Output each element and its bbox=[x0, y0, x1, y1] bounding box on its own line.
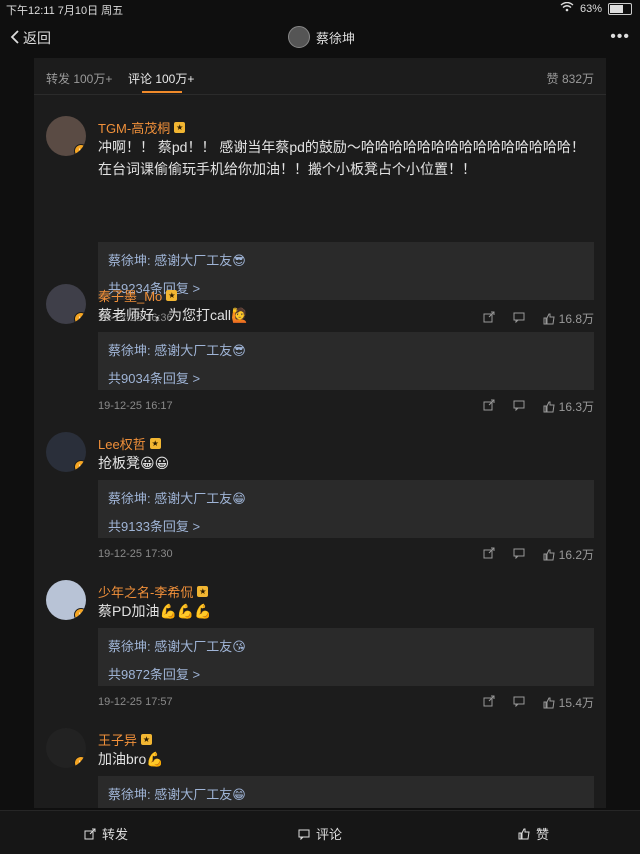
reply-preview: 蔡徐坤: 感谢大厂工友😎 bbox=[108, 253, 246, 268]
chevron-left-icon bbox=[10, 29, 19, 47]
like-button[interactable]: 16.2万 bbox=[543, 546, 594, 563]
reply-preview: 蔡徐坤: 感谢大厂工友😘 bbox=[108, 639, 246, 654]
comment-text: 抢板凳😀😀 bbox=[98, 455, 170, 471]
like-count: 16.2万 bbox=[558, 548, 594, 562]
author-name: 少年之名-李希侃 bbox=[98, 585, 194, 600]
avatar[interactable]: v bbox=[46, 116, 86, 156]
back-button[interactable]: 返回 bbox=[10, 28, 51, 48]
reply-count-link[interactable]: 共9133条回复 > bbox=[108, 516, 200, 535]
repost-icon bbox=[84, 828, 96, 839]
title-avatar bbox=[288, 26, 310, 48]
share-icon[interactable] bbox=[483, 547, 495, 562]
like-count: 15.4万 bbox=[558, 696, 594, 710]
more-icon[interactable]: ••• bbox=[610, 28, 630, 46]
status-time: 下午12:11 7月10日 周五 bbox=[6, 5, 124, 17]
vip-badge-icon: ★ bbox=[141, 734, 153, 745]
comment-author[interactable]: 少年之名-李希侃 ★ bbox=[98, 582, 209, 601]
reply-count-link[interactable]: 共9034条回复 > bbox=[108, 368, 200, 387]
comment-author[interactable]: 秦子墨_Mo ★ bbox=[98, 286, 178, 305]
vip-badge-icon: ★ bbox=[166, 290, 178, 301]
verified-icon: v bbox=[74, 756, 86, 768]
thumbs-up-icon bbox=[518, 828, 530, 839]
comment-item: v TGM-高茂桐 ★ 冲啊！！ 蔡pd！！ 感谢当年蔡pd的鼓励～哈哈哈哈哈哈哈… bbox=[34, 116, 606, 326]
author-name: Lee权哲 bbox=[98, 437, 146, 452]
top-nav: 返回 蔡徐坤 ••• bbox=[0, 18, 640, 58]
comment-time: 19-12-25 16:17 bbox=[98, 400, 173, 412]
avatar[interactable]: v bbox=[46, 284, 86, 324]
avatar[interactable]: v bbox=[46, 728, 86, 768]
battery-icon bbox=[608, 2, 632, 15]
comment-text: 加油bro💪 bbox=[98, 751, 164, 767]
reply-box[interactable]: 蔡徐坤: 感谢大厂工友😁 bbox=[98, 776, 594, 808]
comment-icon[interactable] bbox=[513, 547, 525, 562]
author-name: 秦子墨_Mo bbox=[98, 289, 163, 304]
vip-badge-icon: ★ bbox=[149, 438, 161, 449]
comment-author[interactable]: Lee权哲 ★ bbox=[98, 434, 161, 453]
like-button[interactable]: 赞 bbox=[518, 824, 549, 843]
active-tab-indicator bbox=[142, 91, 182, 93]
tab-comment[interactable]: 评论 100万+ bbox=[128, 70, 194, 87]
wifi-icon bbox=[560, 1, 574, 15]
comment-actions: 16.2万 bbox=[483, 546, 594, 563]
comment-time: 19-12-25 17:30 bbox=[98, 548, 173, 560]
page-title: 蔡徐坤 bbox=[288, 26, 355, 48]
comment-actions: 15.4万 bbox=[483, 694, 594, 711]
reply-preview: 蔡徐坤: 感谢大厂工友😎 bbox=[108, 343, 246, 358]
battery-percent: 63% bbox=[579, 2, 602, 15]
reply-preview: 蔡徐坤: 感谢大厂工友😁 bbox=[108, 491, 246, 506]
comment-icon[interactable] bbox=[513, 695, 525, 710]
share-icon[interactable] bbox=[483, 399, 495, 414]
reply-count-link[interactable]: 共9872条回复 > bbox=[108, 664, 200, 683]
status-bar: 下午12:11 7月10日 周五 63% bbox=[0, 0, 640, 18]
avatar[interactable]: v bbox=[46, 580, 86, 620]
like-count: 16.3万 bbox=[558, 400, 594, 414]
thumbs-up-icon bbox=[543, 549, 555, 560]
verified-icon: v bbox=[74, 608, 86, 620]
reply-box[interactable]: 蔡徐坤: 感谢大厂工友😎 共9034条回复 > bbox=[98, 332, 594, 390]
tab-likes[interactable]: 赞 832万 bbox=[547, 70, 594, 87]
comment-text: 冲啊！！ 蔡pd！！ 感谢当年蔡pd的鼓励～哈哈哈哈哈哈哈哈哈哈哈哈哈哈哈！在台… bbox=[98, 139, 585, 177]
thumbs-up-icon bbox=[543, 401, 555, 412]
reply-box[interactable]: 蔡徐坤: 感谢大厂工友😘 共9872条回复 > bbox=[98, 628, 594, 686]
comment-icon bbox=[298, 829, 310, 840]
comment-panel: 转发 100万+ 评论 100万+ 赞 832万 v TGM-高茂桐 ★ 冲啊！！… bbox=[34, 58, 606, 808]
like-label: 赞 bbox=[536, 827, 550, 842]
verified-icon: v bbox=[74, 312, 86, 324]
comment-actions: 16.3万 bbox=[483, 398, 594, 415]
repost-button[interactable]: 转发 bbox=[84, 824, 128, 843]
reply-preview: 蔡徐坤: 感谢大厂工友😁 bbox=[108, 787, 246, 802]
like-button[interactable]: 16.3万 bbox=[543, 398, 594, 415]
comment-icon[interactable] bbox=[513, 399, 525, 414]
author-name: TGM-高茂桐 bbox=[98, 121, 171, 136]
status-right: 63% bbox=[560, 1, 632, 15]
author-name: 王子异 bbox=[98, 733, 138, 748]
comment-label: 评论 bbox=[316, 827, 343, 842]
reply-box[interactable]: 蔡徐坤: 感谢大厂工友😁 共9133条回复 > bbox=[98, 480, 594, 538]
vip-badge-icon: ★ bbox=[174, 122, 186, 133]
like-button[interactable]: 15.4万 bbox=[543, 694, 594, 711]
title-text: 蔡徐坤 bbox=[316, 30, 356, 46]
comment-text: 蔡老师好，为您打call🙋 bbox=[98, 307, 249, 323]
avatar[interactable]: v bbox=[46, 432, 86, 472]
comment-button[interactable]: 评论 bbox=[298, 824, 342, 843]
bottom-action-bar: 转发 评论 赞 bbox=[0, 810, 640, 854]
tab-bar: 转发 100万+ 评论 100万+ 赞 832万 bbox=[34, 58, 606, 95]
comment-author[interactable]: TGM-高茂桐 ★ bbox=[98, 118, 186, 137]
comment-text: 蔡PD加油💪💪💪 bbox=[98, 603, 212, 619]
comment-author[interactable]: 王子异 ★ bbox=[98, 730, 153, 749]
vip-badge-icon: ★ bbox=[197, 586, 209, 597]
verified-icon: v bbox=[74, 144, 86, 156]
tab-repost[interactable]: 转发 100万+ bbox=[46, 70, 112, 87]
back-label: 返回 bbox=[23, 30, 51, 46]
verified-icon: v bbox=[74, 460, 86, 472]
comment-time: 19-12-25 17:57 bbox=[98, 696, 173, 708]
share-icon[interactable] bbox=[483, 695, 495, 710]
thumbs-up-icon bbox=[543, 697, 555, 708]
repost-label: 转发 bbox=[102, 827, 129, 842]
